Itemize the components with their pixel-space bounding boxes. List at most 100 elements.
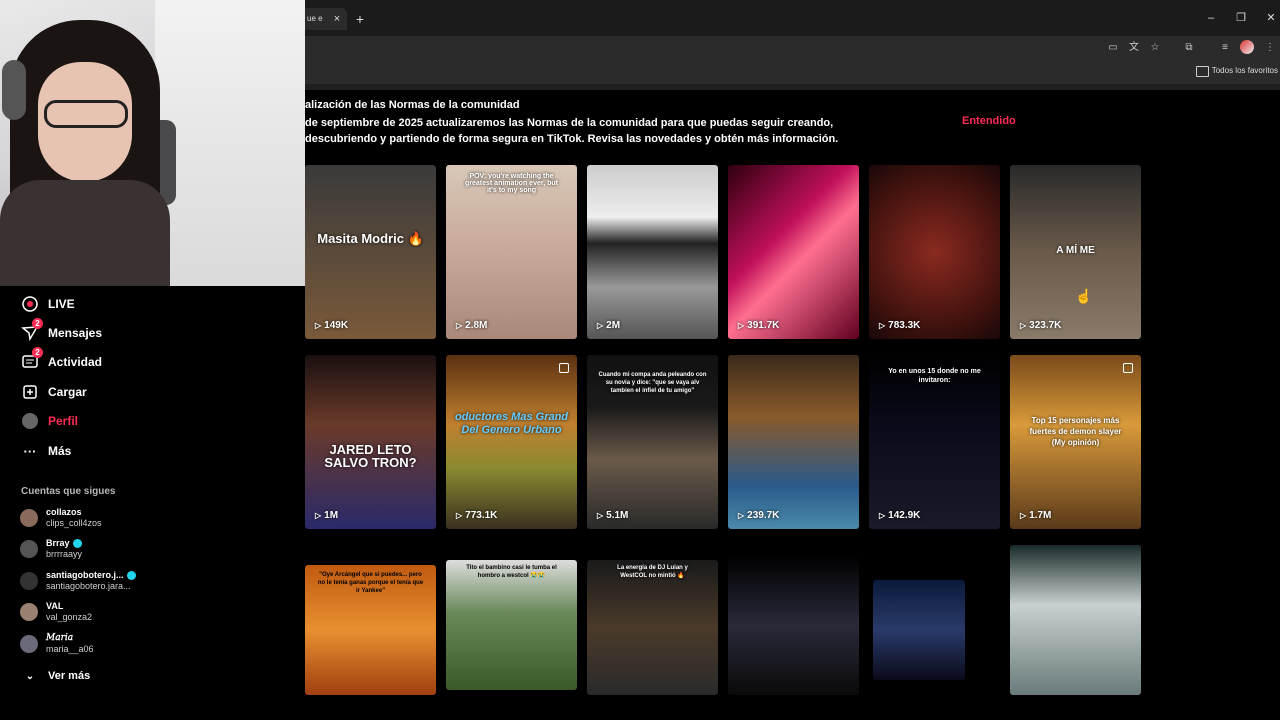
following-item[interactable]: collazos clips_coll4zos [20, 507, 102, 529]
view-count: 2.8M [465, 320, 488, 331]
view-count: 323.7K [1029, 320, 1062, 331]
menu-icon[interactable]: ⋮ [1262, 40, 1278, 56]
following-handle: maria__a06 [46, 644, 94, 654]
carousel-icon [559, 363, 569, 373]
following-display-name: VAL [46, 601, 64, 611]
following-display-name: 𝑀𝑎𝑟𝑖𝑎 [46, 633, 74, 643]
following-handle: santiagobotero.jara... [46, 581, 131, 591]
video-overlay-text: Yo en unos 15 donde no me invitaron: [888, 368, 981, 384]
following-handle: brrrraayy [46, 549, 83, 559]
webcam-overlay [0, 0, 305, 286]
play-icon: ▷ [597, 321, 604, 330]
video-card[interactable]: Tito el bambino casi le tumba el hombro … [446, 560, 577, 690]
activity-badge: 2 [32, 347, 43, 358]
notice-body: de septiembre de 2025 actualizaremos las… [305, 117, 839, 145]
following-item[interactable]: 𝑀𝑎𝑟𝑖𝑎 maria__a06 [20, 633, 94, 655]
all-bookmarks-link[interactable]: Todos los favoritos [1212, 66, 1278, 75]
video-card[interactable]: "Oye Arcángel que si puedes... pero no l… [305, 565, 436, 695]
upload-icon [20, 382, 40, 402]
video-card[interactable] [873, 580, 965, 680]
following-display-name: santiagobotero.j... [46, 570, 124, 580]
following-item[interactable]: Brray brrrraayy [20, 538, 82, 560]
video-card[interactable]: ▷ 2M [587, 165, 718, 339]
media-icon[interactable]: ≡ [1217, 40, 1233, 56]
following-display-name: Brray [46, 538, 70, 548]
avatar [20, 540, 38, 558]
play-icon: ▷ [456, 321, 463, 330]
nav-item-messages[interactable]: 2 Mensajes [20, 318, 102, 344]
new-tab-button[interactable]: + [353, 8, 367, 30]
view-count: 1.7M [1029, 510, 1052, 521]
view-count: 2M [606, 320, 621, 331]
activity-icon: 2 [20, 347, 43, 372]
close-tab-icon[interactable]: × [330, 8, 344, 30]
messages-icon: 2 [20, 318, 43, 343]
view-count: 391.7K [747, 320, 780, 331]
play-icon: ▷ [738, 511, 745, 520]
video-card[interactable]: ▷ 783.3K [869, 165, 1000, 339]
nav-item-upload[interactable]: Cargar [20, 381, 87, 403]
view-count: 5.1M [606, 510, 629, 521]
video-overlay-text: A MÍ ME [1056, 245, 1095, 256]
nav-item-more[interactable]: ··· Más [20, 440, 72, 462]
bookmark-star-icon[interactable]: ☆ [1147, 40, 1163, 56]
play-icon: ▷ [456, 511, 463, 520]
nav-item-activity[interactable]: 2 Actividad [20, 347, 102, 373]
minimize-button[interactable]: – [1202, 8, 1220, 28]
video-card[interactable]: Top 15 personajes más fuertes de demon s… [1010, 355, 1141, 529]
video-card[interactable] [728, 555, 859, 695]
translate-icon[interactable]: 文 [1126, 40, 1142, 56]
video-card[interactable]: Yo en unos 15 donde no me invitaron: ▷ 14… [869, 355, 1000, 529]
video-card[interactable]: Cuando mi compa anda peleando con su nov… [587, 355, 718, 529]
video-card[interactable]: Masita Modric 🔥 ▷ 149K [305, 165, 436, 339]
messages-badge: 2 [32, 318, 43, 329]
extensions-icon[interactable]: ⧉ [1181, 40, 1197, 56]
play-icon: ▷ [315, 511, 322, 520]
following-title: Cuentas que sigues [21, 486, 116, 497]
video-card[interactable]: ▷ 239.7K [728, 355, 859, 529]
browser-chrome: ue e × + – ❐ ✕ ▭ 文 ☆ ⧉ ≡ ⋮ Todos los fav… [305, 0, 1280, 90]
profile-avatar-icon[interactable] [1240, 40, 1254, 54]
restore-button[interactable]: ❐ [1232, 8, 1250, 28]
video-overlay-text: Tito el bambino casi le tumba el hombro … [466, 565, 557, 579]
cast-icon[interactable]: ▭ [1105, 40, 1121, 56]
nav-label: LIVE [48, 297, 75, 311]
video-card[interactable]: A MÍ ME ▷ 323.7K [1010, 165, 1141, 339]
play-icon: ▷ [1020, 511, 1027, 520]
play-icon: ▷ [879, 511, 886, 520]
video-card[interactable]: JARED LETO SALVO TRON? ▷ 1M [305, 355, 436, 529]
following-item[interactable]: VAL val_gonza2 [20, 601, 92, 623]
dismiss-notice-button[interactable]: Entendido [962, 115, 1016, 127]
view-count: 149K [324, 320, 349, 331]
play-icon: ▷ [597, 511, 604, 520]
chevron-down-icon: ⌄ [25, 670, 35, 682]
view-count: 773.1K [465, 510, 498, 521]
nav-label: Cargar [48, 385, 87, 399]
verified-icon [72, 539, 82, 549]
tab-bar [305, 0, 1280, 36]
close-window-button[interactable]: ✕ [1262, 8, 1280, 28]
video-card[interactable]: ▷ 391.7K [728, 165, 859, 339]
bookmarks-bar [305, 62, 1280, 84]
see-more-label: Ver más [48, 670, 91, 682]
notice-title: alización de las Normas de la comunidad [305, 99, 520, 111]
avatar [20, 635, 38, 653]
play-icon: ▷ [879, 321, 886, 330]
nav-item-profile[interactable]: Perfil [20, 410, 78, 432]
view-count: 783.3K [888, 320, 921, 331]
video-card[interactable]: POV: you're watching the greatest animat… [446, 165, 577, 339]
see-more-button[interactable]: ⌄ Ver más [20, 665, 90, 687]
video-card[interactable] [1010, 545, 1141, 695]
nav-item-live[interactable]: LIVE [20, 293, 75, 315]
avatar [20, 603, 38, 621]
video-overlay-text: "Oye Arcángel que si puedes... pero no l… [317, 572, 424, 594]
video-overlay-text: Masita Modric 🔥 [317, 231, 424, 246]
video-card[interactable]: La energía de DJ Luian y WestCOL no mint… [587, 560, 718, 695]
nav-label: Perfil [48, 414, 79, 428]
hand-cursor-icon: ☝ [1075, 288, 1093, 304]
following-display-name: collazos [46, 507, 82, 517]
profile-icon [20, 411, 40, 431]
video-overlay-text: oductores Mas Grand Del Genero Urbano [454, 411, 569, 436]
following-item[interactable]: santiagobotero.j... santiagobotero.jara..… [20, 570, 136, 592]
video-card[interactable]: oductores Mas Grand Del Genero Urbano ▷ 7… [446, 355, 577, 529]
